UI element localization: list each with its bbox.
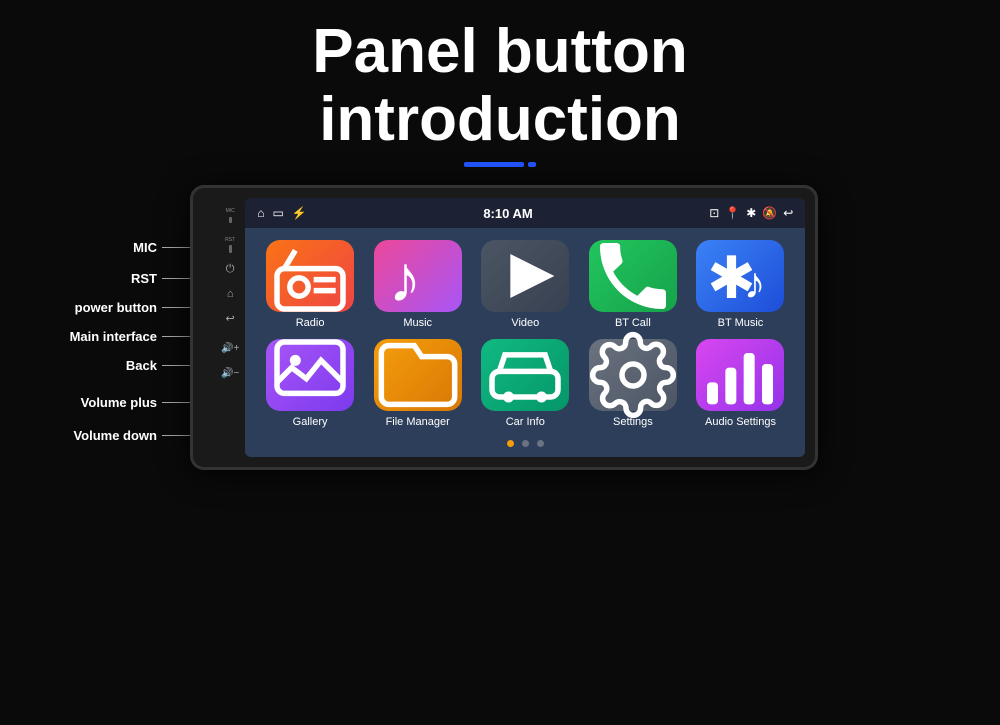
- app-carinfo[interactable]: Car Info: [476, 339, 574, 428]
- status-bar-left: ⌂ ▭ ⚡: [257, 206, 307, 220]
- label-back: Back: [126, 358, 190, 373]
- title-line2: introduction: [0, 86, 1000, 154]
- title-line1: Panel button: [0, 18, 1000, 86]
- app-icon-video: [481, 240, 569, 312]
- app-grid: Radio♪MusicVideoBT Call✱♪BT MusicGallery…: [245, 228, 805, 440]
- app-icon-radio: [266, 240, 354, 312]
- label-rst: RST: [131, 271, 190, 286]
- app-label-gallery: Gallery: [293, 416, 328, 428]
- app-icon-filemgr: [374, 339, 462, 411]
- app-gallery[interactable]: Gallery: [261, 339, 359, 428]
- label-vol-down: Volume down: [73, 428, 190, 443]
- side-rst-label: RST: [225, 237, 235, 243]
- app-btmusic[interactable]: ✱♪ BT Music: [692, 240, 790, 329]
- app-icon-audset: [696, 339, 784, 411]
- app-filemgr[interactable]: File Manager: [369, 339, 467, 428]
- back-icon[interactable]: ↩: [226, 312, 235, 325]
- app-label-carinfo: Car Info: [506, 416, 545, 428]
- app-btcall[interactable]: BT Call: [584, 240, 682, 329]
- home-icon[interactable]: ⌂: [227, 288, 234, 300]
- accent-dot: [528, 162, 536, 167]
- vol-up-icon[interactable]: 🔊+: [221, 343, 239, 354]
- label-mic: MIC: [133, 240, 190, 255]
- mute-icon: 🔕: [762, 206, 777, 220]
- app-label-filemgr: File Manager: [386, 416, 450, 428]
- vol-down-icon[interactable]: 🔊−: [221, 368, 239, 379]
- usb-status-icon: ⚡: [292, 206, 307, 220]
- main-area: MIC RST power button Main interface Back…: [0, 185, 1000, 470]
- dot-2: [522, 440, 529, 447]
- label-main: Main interface: [70, 329, 190, 344]
- label-power-text: power button: [75, 300, 157, 315]
- page-dots: [245, 440, 805, 457]
- status-bar-right: ⊡ 📍 ✱ 🔕 ↩: [709, 206, 793, 220]
- app-icon-settings: [589, 339, 677, 411]
- status-time: 8:10 AM: [483, 206, 532, 221]
- app-video[interactable]: Video: [476, 240, 574, 329]
- labels-panel: MIC RST power button Main interface Back…: [0, 195, 190, 443]
- side-mic-label: MIC: [226, 208, 235, 214]
- svg-text:♪: ♪: [744, 259, 766, 308]
- app-label-btcall: BT Call: [615, 317, 651, 329]
- label-rst-text: RST: [131, 271, 157, 286]
- label-power: power button: [75, 300, 190, 315]
- label-main-text: Main interface: [70, 329, 157, 344]
- mic-slot: [229, 217, 232, 223]
- home-status-icon: ⌂: [257, 206, 264, 220]
- app-label-settings: Settings: [613, 416, 653, 428]
- screen: ⌂ ▭ ⚡ 8:10 AM ⊡ 📍 ✱ 🔕 ↩ Radio♪MusicVideo…: [245, 198, 805, 457]
- app-label-audset: Audio Settings: [705, 416, 776, 428]
- label-vol-plus-text: Volume plus: [81, 395, 157, 410]
- dot-1: [507, 440, 514, 447]
- app-audset[interactable]: Audio Settings: [692, 339, 790, 428]
- app-icon-music: ♪: [374, 240, 462, 312]
- app-icon-carinfo: [481, 339, 569, 411]
- app-settings[interactable]: Settings: [584, 339, 682, 428]
- svg-text:♪: ♪: [388, 242, 421, 316]
- window-status-icon: ▭: [273, 206, 284, 220]
- labels-list: MIC RST power button Main interface Back…: [0, 240, 190, 443]
- side-buttons-strip: MIC RST ⏻ ⌂ ↩ 🔊+ 🔊−: [221, 198, 239, 457]
- location-icon: 📍: [725, 206, 740, 220]
- label-vol-down-text: Volume down: [73, 428, 157, 443]
- app-label-radio: Radio: [296, 317, 325, 329]
- dot-3: [537, 440, 544, 447]
- cast-icon: ⊡: [709, 206, 719, 220]
- app-icon-btmusic: ✱♪: [696, 240, 784, 312]
- label-vol-plus: Volume plus: [81, 395, 190, 410]
- app-radio[interactable]: Radio: [261, 240, 359, 329]
- app-icon-btcall: [589, 240, 677, 312]
- power-icon[interactable]: ⏻: [226, 263, 235, 276]
- label-back-text: Back: [126, 358, 157, 373]
- label-mic-text: MIC: [133, 240, 157, 255]
- status-bar: ⌂ ▭ ⚡ 8:10 AM ⊡ 📍 ✱ 🔕 ↩: [245, 198, 805, 228]
- accent-rect: [464, 162, 524, 167]
- page-title: Panel button introduction: [0, 0, 1000, 154]
- app-label-music: Music: [403, 317, 432, 329]
- bluetooth-icon: ✱: [746, 206, 756, 220]
- device: MIC RST ⏻ ⌂ ↩ 🔊+ 🔊− ⌂ ▭ ⚡: [190, 185, 818, 470]
- rst-btn[interactable]: [229, 245, 232, 253]
- app-icon-gallery: [266, 339, 354, 411]
- back-status-icon: ↩: [783, 206, 793, 220]
- accent-line: [0, 162, 1000, 167]
- app-music[interactable]: ♪Music: [369, 240, 467, 329]
- app-label-btmusic: BT Music: [718, 317, 764, 329]
- app-label-video: Video: [511, 317, 539, 329]
